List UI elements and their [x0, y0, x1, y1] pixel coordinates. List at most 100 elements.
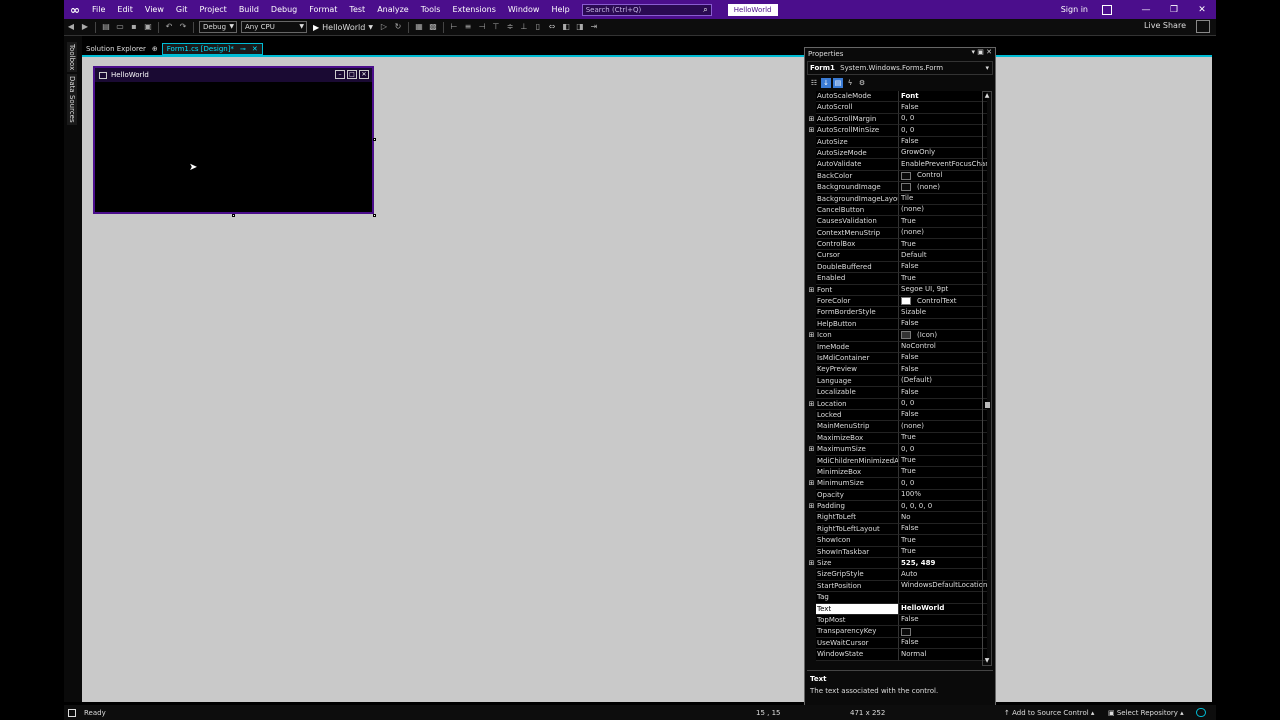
hot-reload-icon[interactable]: ↻ [393, 22, 403, 32]
property-value[interactable]: False [898, 523, 987, 536]
property-row[interactable]: BackgroundImageLayout Tile [807, 193, 987, 205]
property-row[interactable]: ShowIcon True [807, 535, 987, 547]
property-row[interactable]: ⊞ Icon (Icon) [807, 330, 987, 342]
property-value[interactable] [898, 626, 987, 638]
menu-item-help[interactable]: Help [545, 0, 575, 19]
property-row[interactable]: UseWaitCursor False [807, 637, 987, 650]
property-row[interactable]: AutoValidate EnablePreventFocusChang [807, 159, 987, 171]
property-value[interactable]: 0, 0 [898, 125, 987, 137]
property-value[interactable]: True [898, 535, 987, 547]
property-value[interactable]: True [898, 455, 987, 467]
property-value[interactable]: 525, 489 [898, 558, 987, 570]
align-middle-icon[interactable]: ≑ [505, 22, 515, 32]
close-tab-icon[interactable]: ✕ [252, 43, 258, 55]
property-value[interactable]: (Default) [898, 375, 987, 388]
resize-handle-right[interactable] [373, 138, 376, 141]
property-row[interactable]: IsMdiContainer False [807, 352, 987, 365]
property-value[interactable]: False [898, 387, 987, 399]
menu-item-file[interactable]: File [86, 0, 111, 19]
property-row[interactable]: ⊞ MaximumSize 0, 0 [807, 444, 987, 456]
property-value[interactable]: True [898, 216, 987, 228]
property-row[interactable]: BackgroundImage (none) [807, 182, 987, 194]
menu-item-tools[interactable]: Tools [415, 0, 447, 19]
property-row[interactable]: MaximizeBox True [807, 432, 987, 445]
tab-form-designer[interactable]: Form1.cs [Design]* ⊸ ✕ [161, 43, 263, 55]
property-value[interactable]: (Icon) [898, 330, 987, 342]
account-avatar-icon[interactable] [1102, 4, 1112, 15]
align-center-icon[interactable]: ≡ [463, 22, 473, 32]
property-row[interactable]: Opacity 100% [807, 489, 987, 502]
property-row[interactable]: Locked False [807, 409, 987, 422]
alphabetical-icon[interactable]: ↓ [821, 77, 831, 88]
menu-item-extensions[interactable]: Extensions [446, 0, 501, 19]
property-row[interactable]: ControlBox True [807, 239, 987, 251]
form-preview[interactable]: HelloWorld – □ ✕ ➤ [93, 66, 374, 214]
panel-window-controls[interactable]: ▾ ▣ ✕ [972, 48, 992, 56]
new-project-icon[interactable]: ▤ [101, 22, 111, 32]
align-right-icon[interactable]: ⊣ [477, 22, 487, 32]
pin-icon[interactable]: ⊸ [240, 43, 246, 55]
back-icon[interactable]: ◀ [66, 22, 76, 32]
property-value[interactable]: False [898, 261, 987, 274]
property-row[interactable]: MainMenuStrip (none) [807, 421, 987, 433]
property-row[interactable]: ContextMenuStrip (none) [807, 227, 987, 240]
expand-icon[interactable]: ⊞ [807, 114, 816, 125]
property-value[interactable]: False [898, 637, 987, 650]
align-left-icon[interactable]: ⊢ [449, 22, 459, 32]
property-value[interactable]: ControlText [898, 296, 987, 308]
start-debugging-button[interactable]: ▶ HelloWorld ▼ [313, 23, 373, 32]
property-row[interactable]: ⊞ Padding 0, 0, 0, 0 [807, 501, 987, 513]
property-row[interactable]: BackColor Control [807, 170, 987, 183]
property-row[interactable]: ImeMode NoControl [807, 341, 987, 353]
property-value[interactable]: (none) [898, 227, 987, 240]
property-row[interactable]: Language (Default) [807, 375, 987, 388]
property-value[interactable] [898, 592, 987, 604]
property-row[interactable]: RightToLeft No [807, 512, 987, 524]
property-row[interactable]: ⊞ AutoScrollMinSize 0, 0 [807, 125, 987, 137]
property-value[interactable]: True [898, 546, 987, 559]
property-row[interactable]: Enabled True [807, 273, 987, 285]
menu-item-debug[interactable]: Debug [265, 0, 303, 19]
property-value[interactable]: Normal [898, 649, 987, 661]
property-row[interactable]: TopMost False [807, 614, 987, 627]
property-value[interactable]: False [898, 318, 987, 331]
property-value[interactable]: Sizable [898, 307, 987, 319]
close-window-icon[interactable]: ✕ [1188, 5, 1216, 15]
property-value[interactable]: True [898, 273, 987, 285]
expand-icon[interactable]: ⊞ [807, 558, 816, 569]
property-row[interactable]: ⊞ Size 525, 489 [807, 558, 987, 570]
expand-icon[interactable]: ⊞ [807, 501, 816, 512]
property-value[interactable]: 100% [898, 489, 987, 502]
property-value[interactable]: Default [898, 250, 987, 262]
events-icon[interactable]: ϟ [845, 78, 855, 88]
menu-item-project[interactable]: Project [193, 0, 232, 19]
select-repository-button[interactable]: ▣ Select Repository ▴ [1108, 709, 1184, 717]
property-value[interactable]: False [898, 352, 987, 365]
open-file-icon[interactable]: ▭ [115, 22, 125, 32]
property-value[interactable]: 0, 0, 0, 0 [898, 501, 987, 513]
property-value[interactable]: 0, 0 [898, 113, 987, 126]
property-value[interactable]: HelloWorld [898, 603, 987, 615]
expand-icon[interactable]: ⊞ [807, 478, 816, 489]
same-size-icon[interactable]: ▯ [533, 22, 543, 32]
property-value[interactable]: Auto [898, 569, 987, 581]
property-value[interactable]: False [898, 102, 987, 114]
property-value[interactable]: (none) [898, 204, 987, 217]
property-row[interactable]: MdiChildrenMinimizedAn True [807, 455, 987, 467]
property-row[interactable]: SizeGripStyle Auto [807, 569, 987, 581]
property-value[interactable]: (none) [898, 182, 987, 194]
property-row[interactable]: Cursor Default [807, 250, 987, 262]
property-value[interactable]: False [898, 614, 987, 627]
property-row[interactable]: Localizable False [807, 387, 987, 399]
property-value[interactable]: Font [898, 91, 987, 103]
align-bottom-icon[interactable]: ⊥ [519, 22, 529, 32]
save-icon[interactable]: ▪ [129, 22, 139, 32]
data-sources-tab[interactable]: Data Sources [67, 74, 77, 125]
property-value[interactable]: False [898, 364, 987, 376]
property-row[interactable]: CausesValidation True [807, 216, 987, 228]
live-share-button[interactable]: Live Share [1144, 21, 1186, 30]
configuration-dropdown[interactable]: Debug ▼ [199, 21, 237, 33]
menu-item-build[interactable]: Build [233, 0, 265, 19]
tab-order-icon[interactable]: ⇥ [589, 22, 599, 32]
menu-item-analyze[interactable]: Analyze [371, 0, 415, 19]
